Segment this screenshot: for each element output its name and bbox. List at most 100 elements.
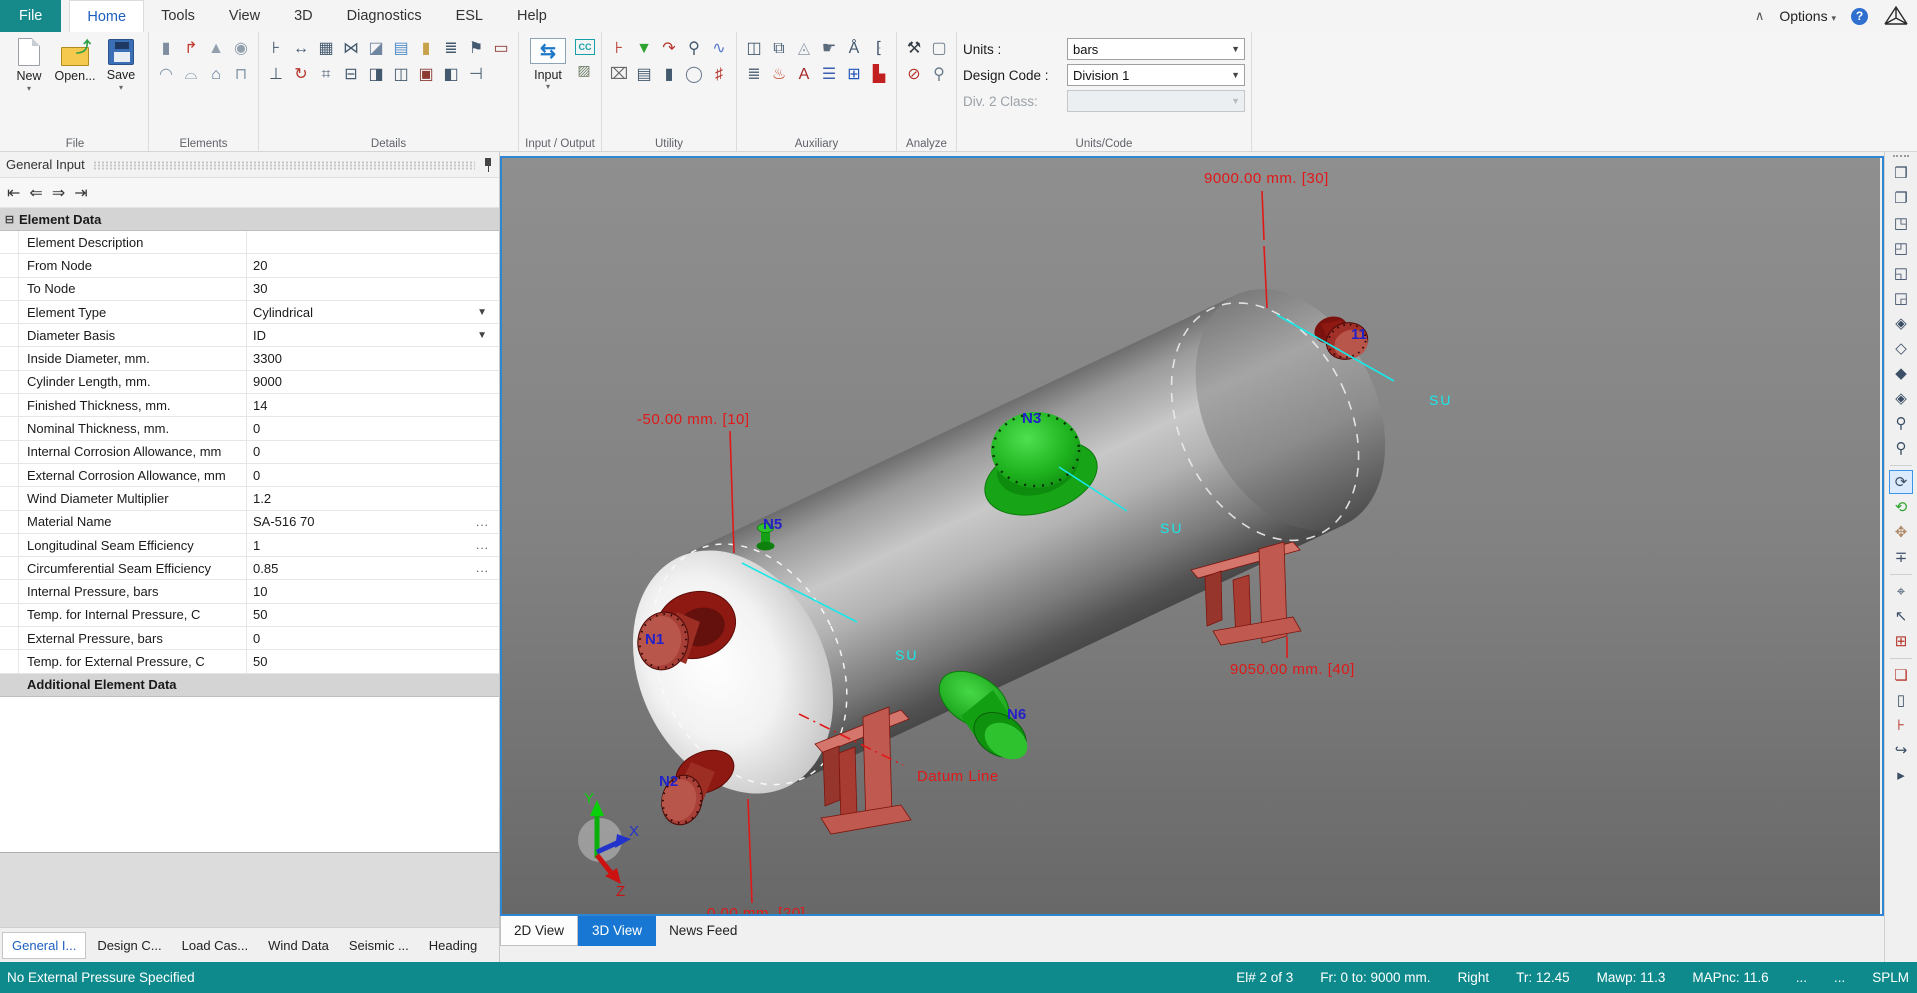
property-value[interactable] — [247, 231, 499, 253]
view-cube-top-icon[interactable]: ◲ — [1889, 286, 1913, 310]
property-value[interactable]: 0 — [247, 627, 499, 649]
property-value[interactable]: 3300 — [247, 347, 499, 369]
insulation-icon[interactable]: ▮ — [415, 38, 437, 60]
view-iso-3-icon[interactable]: ◆ — [1889, 361, 1913, 385]
property-value[interactable]: 10 — [247, 580, 499, 602]
weld-seam-icon[interactable]: ◧ — [440, 64, 462, 86]
tray-icon[interactable]: ⊟ — [340, 64, 362, 86]
view-cube-nw-icon[interactable]: ◰ — [1889, 236, 1913, 260]
renumber-icon[interactable]: ♯ — [708, 64, 730, 86]
save-button[interactable]: Save▾ — [100, 36, 142, 92]
tab-esl[interactable]: ESL — [439, 0, 500, 32]
delete-element-icon[interactable]: ⌧ — [608, 64, 630, 86]
tab-3d[interactable]: 3D — [277, 0, 330, 32]
collapse-group-icon[interactable]: ⊟ — [0, 213, 19, 226]
export-image-icon[interactable]: ▨ — [575, 62, 593, 78]
property-value[interactable]: 0 — [247, 464, 499, 486]
property-value[interactable]: 50 — [247, 604, 499, 626]
input-button[interactable]: ⇆Input▾ — [525, 36, 571, 91]
zoom-extents-icon[interactable]: ⚲ — [1889, 436, 1913, 460]
select-box-icon[interactable]: ⌖ — [1889, 579, 1913, 603]
basering-icon[interactable]: ⊥ — [265, 64, 287, 86]
pan-hand-icon[interactable]: ✥ — [1889, 520, 1913, 544]
ellipsis-button[interactable]: ... — [476, 538, 489, 552]
clip-icon[interactable]: ▣ — [415, 64, 437, 86]
review-icon[interactable]: ⚲ — [928, 64, 950, 86]
options-button[interactable]: Options ▾ — [1779, 8, 1836, 24]
list-blue-icon[interactable]: ☰ — [818, 64, 840, 86]
tab-diagnostics[interactable]: Diagnostics — [330, 0, 439, 32]
coil-element-icon[interactable]: ◉ — [230, 38, 252, 60]
pdf-icon[interactable]: ▙ — [868, 64, 890, 86]
prev-element-button[interactable]: ⇐ — [29, 183, 42, 203]
view-cube-ne-icon[interactable]: ◳ — [1889, 211, 1913, 235]
undo-view-icon[interactable]: ↪ — [1889, 738, 1913, 762]
design-code-combo[interactable]: Division 1▼ — [1067, 64, 1245, 86]
help-icon[interactable]: ? — [1851, 8, 1868, 25]
more-icon[interactable]: ▸ — [1889, 763, 1913, 787]
brace-icon[interactable]: ⌗ — [315, 64, 337, 86]
lug-icon[interactable]: ◪ — [365, 38, 387, 60]
show-cylinder-icon[interactable]: ▯ — [1889, 688, 1913, 712]
new-button[interactable]: New▾ — [8, 36, 50, 92]
scroll-list-icon[interactable]: ≣ — [743, 64, 765, 86]
stiffening-ring-icon[interactable]: ↔ — [290, 38, 312, 60]
platform-icon[interactable]: ▦ — [315, 38, 337, 60]
view-cube-bottom-icon[interactable]: ◱ — [1889, 261, 1913, 285]
select-arrow-icon[interactable]: ↖ — [1889, 604, 1913, 628]
panel-tab-generali[interactable]: General I... — [2, 932, 86, 959]
analyze-run-icon[interactable]: ⚒ — [903, 38, 925, 60]
tab-file[interactable]: File — [0, 0, 61, 32]
cone-element-icon[interactable]: ▲ — [205, 38, 227, 60]
link-icon[interactable]: ∿ — [708, 38, 730, 60]
units-combo[interactable]: bars▼ — [1067, 38, 1245, 60]
elliptical-head-icon[interactable]: ◠ — [155, 64, 177, 86]
zoom-window-icon[interactable]: ⚲ — [1889, 411, 1913, 435]
ellipsis-button[interactable]: ... — [476, 515, 489, 529]
property-value[interactable]: 0 — [247, 417, 499, 439]
calculator-icon[interactable]: ⊞ — [843, 64, 865, 86]
view-iso-1-icon[interactable]: ◈ — [1889, 311, 1913, 335]
panel-tab-designc[interactable]: Design C... — [88, 933, 170, 958]
flat-head-icon[interactable]: ⌓ — [180, 64, 202, 86]
panel-tab-seismic[interactable]: Seismic ... — [340, 933, 418, 958]
panel-tab-heading[interactable]: Heading — [420, 933, 486, 958]
weight-icon[interactable]: ▭ — [490, 38, 512, 60]
pin-icon[interactable] — [483, 157, 493, 172]
open-button[interactable]: ⤴Open... — [54, 36, 96, 92]
access-db-icon[interactable]: A — [793, 64, 815, 86]
liquid-icon[interactable]: ▤ — [390, 38, 412, 60]
cylinder-element-icon[interactable]: ▮ — [155, 38, 177, 60]
nozzle-icon[interactable]: ⊦ — [265, 38, 287, 60]
panel-tab-winddata[interactable]: Wind Data — [259, 933, 338, 958]
tubesheet-icon[interactable]: ⊣ — [465, 64, 487, 86]
ellipsis-button[interactable]: ... — [476, 561, 489, 575]
property-value[interactable]: ID▼ — [247, 324, 499, 346]
rotate-element-icon[interactable]: ↷ — [658, 38, 680, 60]
force-moment-icon[interactable]: ↻ — [290, 64, 312, 86]
property-value[interactable]: SA-516 70... — [247, 511, 499, 533]
cc-units-icon[interactable]: CC — [575, 39, 595, 55]
view-tab-3dview[interactable]: 3D View — [578, 916, 656, 946]
view-tab-newsfeed[interactable]: News Feed — [656, 916, 750, 945]
property-value[interactable]: 9000 — [247, 371, 499, 393]
property-value[interactable]: 1.2 — [247, 487, 499, 509]
property-value[interactable]: 14 — [247, 394, 499, 416]
chevron-down-icon[interactable]: ▼ — [477, 330, 487, 341]
gray-nozzle-icon[interactable]: ◬ — [793, 38, 815, 60]
element-axes-icon[interactable]: ⊞ — [1889, 629, 1913, 653]
ring-icon[interactable]: ◯ — [683, 64, 705, 86]
panel-tab-loadcas[interactable]: Load Cas... — [173, 933, 258, 958]
legs-icon[interactable]: ◫ — [390, 64, 412, 86]
heat-icon[interactable]: ♨ — [768, 64, 790, 86]
show-flange-icon[interactable]: ⊦ — [1889, 713, 1913, 737]
measure-icon[interactable]: Å — [843, 38, 865, 60]
barrel-icon[interactable]: ▮ — [658, 64, 680, 86]
last-element-button[interactable]: ⇥ — [74, 183, 87, 203]
view-cube-sw-icon[interactable]: ❐ — [1889, 186, 1913, 210]
insert-element-icon[interactable]: ⊦ — [608, 38, 630, 60]
edit-brackets-icon[interactable]: ⁅ — [868, 38, 890, 60]
view-iso-2-icon[interactable]: ◇ — [1889, 336, 1913, 360]
rotate-view-icon[interactable]: ⟳ — [1889, 470, 1913, 494]
property-value[interactable]: Cylindrical▼ — [247, 301, 499, 323]
